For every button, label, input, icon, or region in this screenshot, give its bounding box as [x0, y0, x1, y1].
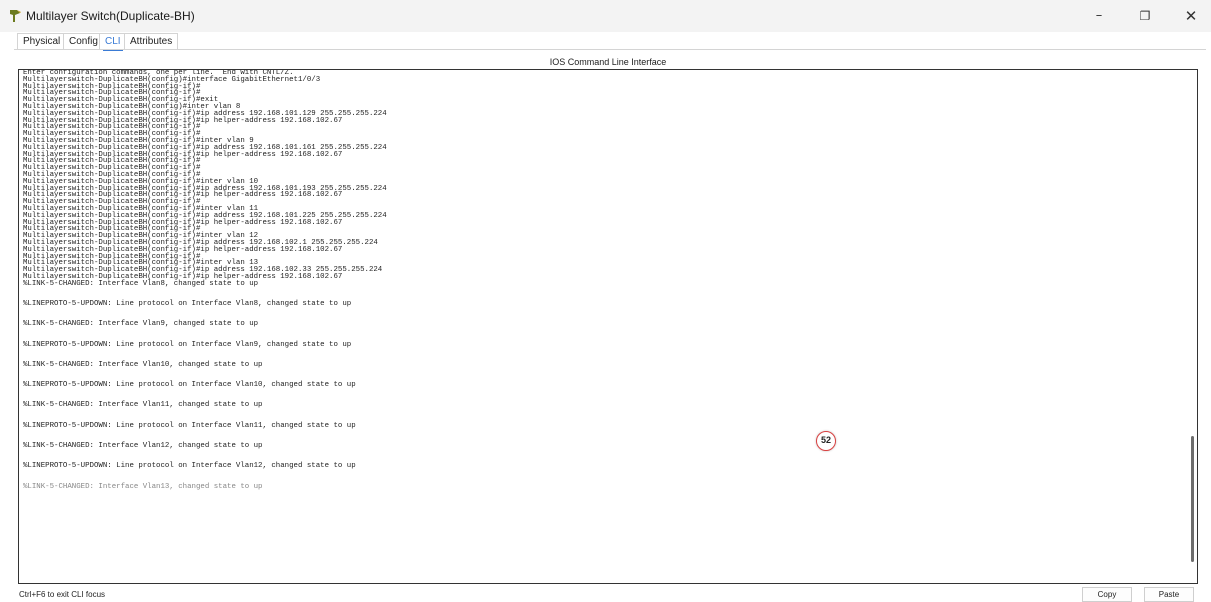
maximize-icon[interactable]: ❐: [1130, 6, 1160, 26]
title-bar: Multilayer Switch(Duplicate-BH) – ❐ ✕: [0, 0, 1211, 32]
cli-log-line: %LINK-5-CHANGED: Interface Vlan11, chang…: [23, 401, 263, 410]
cli-log-line: %LINEPROTO-5-UPDOWN: Line protocol on In…: [23, 421, 356, 430]
copy-button[interactable]: Copy: [1082, 587, 1132, 602]
window-title: Multilayer Switch(Duplicate-BH): [26, 9, 195, 23]
status-hint: Ctrl+F6 to exit CLI focus: [19, 590, 106, 599]
tab-cli[interactable]: CLI: [99, 33, 127, 51]
cli-output[interactable]: Enter configuration commands, one per li…: [23, 70, 1173, 583]
multilayer-switch-icon: [10, 10, 21, 22]
cli-log-line: %LINEPROTO-5-UPDOWN: Line protocol on In…: [23, 381, 356, 390]
minimize-icon[interactable]: –: [1084, 6, 1114, 26]
cli-console[interactable]: Enter configuration commands, one per li…: [18, 69, 1198, 584]
tab-config[interactable]: Config: [63, 33, 104, 49]
tab-attributes[interactable]: Attributes: [124, 33, 179, 49]
cli-log-line: %LINK-5-CHANGED: Interface Vlan8, change…: [23, 279, 259, 288]
tab-divider: [14, 49, 1206, 50]
cli-scrollbar[interactable]: [1187, 70, 1197, 583]
close-icon[interactable]: ✕: [1176, 6, 1206, 26]
cli-partial-line: %LINK-5-CHANGED: Interface Vlan13, chang…: [23, 482, 263, 491]
paste-button[interactable]: Paste: [1144, 587, 1194, 602]
notification-badge: 52: [816, 431, 836, 451]
cli-log-line: %LINK-5-CHANGED: Interface Vlan12, chang…: [23, 442, 263, 451]
cli-log-line: %LINEPROTO-5-UPDOWN: Line protocol on In…: [23, 462, 356, 471]
cli-log-line: %LINK-5-CHANGED: Interface Vlan9, change…: [23, 320, 259, 329]
cli-log-line: %LINK-5-CHANGED: Interface Vlan10, chang…: [23, 360, 263, 369]
cli-log-line: %LINEPROTO-5-UPDOWN: Line protocol on In…: [23, 300, 352, 308]
tab-bar: Physical Config CLI Attributes: [17, 33, 1211, 51]
cli-section-header: IOS Command Line Interface: [549, 57, 667, 67]
cli-log-line: %LINEPROTO-5-UPDOWN: Line protocol on In…: [23, 340, 352, 349]
tab-physical[interactable]: Physical: [17, 33, 67, 49]
scrollbar-thumb[interactable]: [1191, 436, 1194, 562]
